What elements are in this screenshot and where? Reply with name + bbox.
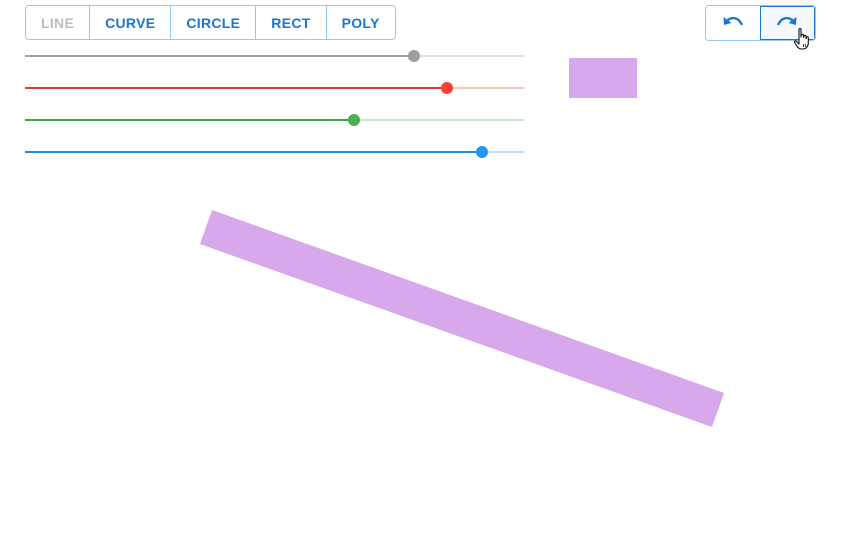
drawing-app: LINE CURVE CIRCLE RECT POLY (0, 0, 859, 559)
drawing-canvas[interactable] (0, 0, 859, 559)
drawn-line-shape[interactable] (199, 210, 725, 427)
